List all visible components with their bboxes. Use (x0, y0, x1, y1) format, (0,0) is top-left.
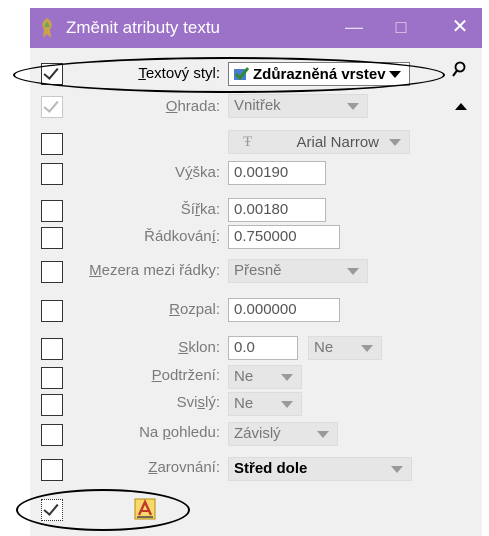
line-spacing-label: Řádkování: (144, 228, 220, 245)
font-dropdown[interactable]: Ŧ Arial Narrow (228, 130, 410, 154)
width-checkbox[interactable] (41, 200, 63, 222)
vertical-value: Ne (234, 395, 254, 412)
text-match-icon[interactable] (134, 498, 156, 520)
window-title: Změnit atributy textu (66, 18, 221, 37)
line-gap-checkbox[interactable] (41, 261, 63, 283)
spacing-input[interactable]: 0.000000 (228, 298, 340, 322)
height-label: Výška: (174, 164, 220, 181)
line-gap-value: Přesně (234, 262, 282, 279)
title-bar: Změnit atributy textu — □ ✕ (30, 8, 482, 48)
vertical-label: Svislý: (176, 394, 220, 411)
frame-checkbox[interactable] (41, 96, 63, 118)
height-input[interactable]: 0.00190 (228, 161, 326, 185)
vertical-checkbox[interactable] (41, 394, 63, 416)
justification-checkbox[interactable] (41, 459, 63, 481)
height-checkbox[interactable] (41, 163, 63, 185)
close-button[interactable]: ✕ (440, 8, 480, 48)
line-gap-label: Mezera mezi řádky: (89, 262, 220, 279)
text-style-value: Zdůrazněná vrstev (253, 66, 386, 83)
justification-label: Zarovnání: (148, 459, 220, 476)
vertical-dropdown[interactable]: Ne (228, 392, 302, 416)
bottom-checkbox[interactable] (41, 499, 63, 521)
text-style-label: Textový styl: (138, 65, 220, 82)
slant-mode-dropdown[interactable]: Ne (308, 336, 382, 360)
font-checkbox[interactable] (41, 133, 63, 155)
magnifier-icon[interactable] (451, 61, 467, 79)
frame-label: Ohrada: (165, 98, 220, 115)
text-style-checkbox[interactable] (41, 63, 63, 85)
width-label: Šířka: (180, 201, 220, 218)
line-spacing-input[interactable]: 0.750000 (228, 225, 340, 249)
underline-value: Ne (234, 368, 254, 385)
dialog-body: Textový styl: Zdůrazněná vrstev Ohrada: … (30, 48, 482, 536)
view-dependent-checkbox[interactable] (41, 424, 63, 446)
checkmark-style-icon (234, 67, 249, 81)
scroll-up-icon[interactable] (455, 103, 467, 110)
line-spacing-checkbox[interactable] (41, 227, 63, 249)
line-gap-dropdown[interactable]: Přesně (228, 259, 368, 283)
slant-label: Sklon: (178, 339, 220, 356)
font-value: Arial Narrow (296, 134, 379, 151)
microstation-icon (42, 18, 52, 38)
slant-mode-value: Ne (314, 339, 334, 356)
maximize-button[interactable]: □ (381, 8, 421, 48)
slant-checkbox[interactable] (41, 338, 63, 360)
view-dependent-dropdown[interactable]: Závislý (228, 422, 338, 446)
spacing-checkbox[interactable] (41, 300, 63, 322)
justification-value: Střed dole (234, 460, 308, 477)
underline-checkbox[interactable] (41, 367, 63, 389)
spacing-label: Rozpal: (169, 301, 220, 318)
underline-dropdown[interactable]: Ne (228, 365, 302, 389)
minimize-button[interactable]: — (334, 8, 374, 48)
width-input[interactable]: 0.00180 (228, 198, 326, 222)
view-dependent-value: Závislý (234, 425, 281, 442)
text-style-dropdown[interactable]: Zdůrazněná vrstev (228, 62, 410, 86)
view-dependent-label: Na pohledu: (139, 424, 220, 441)
frame-value: Vnitřek (234, 97, 281, 114)
slant-input[interactable]: 0.0 (228, 336, 298, 360)
frame-dropdown[interactable]: Vnitřek (228, 94, 368, 118)
justification-dropdown[interactable]: Střed dole (228, 457, 412, 481)
underline-label: Podtržení: (151, 367, 220, 384)
truetype-font-icon: Ŧ (243, 134, 253, 150)
